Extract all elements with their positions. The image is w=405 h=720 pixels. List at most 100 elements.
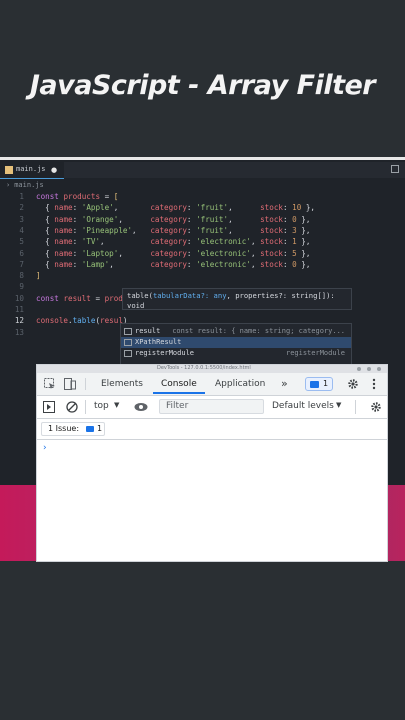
issues-label: 1 Issue: <box>48 424 80 433</box>
context-dropdown-icon[interactable]: ▼ <box>114 401 119 409</box>
code-token: 'electronic' <box>196 259 251 269</box>
minimize-icon[interactable] <box>357 367 361 371</box>
code-token: : <box>72 237 82 247</box>
code-token: 'Apple' <box>81 203 114 213</box>
code-token: category <box>150 203 187 213</box>
code-line[interactable]: ] <box>36 271 41 280</box>
breadcrumb-chevron-icon: › <box>6 181 11 189</box>
line-number: 2 <box>19 203 24 213</box>
suggestion-label: result <box>135 327 161 335</box>
code-token: stock <box>260 237 283 247</box>
more-options-icon[interactable] <box>371 378 377 390</box>
code-token: name <box>54 237 73 247</box>
code-line[interactable]: { name: 'Lamp', category: 'electronic', … <box>36 260 310 269</box>
code-token: }, <box>296 237 311 247</box>
code-token: : <box>282 259 293 269</box>
code-token: stock <box>260 225 283 235</box>
clear-console-icon[interactable] <box>66 401 78 413</box>
code-line[interactable]: { name: 'Laptop', category: 'electronic'… <box>36 249 310 258</box>
code-line[interactable]: console.table(resul) <box>36 316 127 325</box>
code-token: : <box>186 214 197 224</box>
code-token: stock <box>260 214 283 224</box>
code-token: : <box>72 203 82 213</box>
code-token: category <box>150 225 187 235</box>
tooltip-active-param: tabularData?: any <box>152 291 227 300</box>
code-token: const <box>36 293 64 303</box>
filter-input[interactable]: Filter <box>159 399 264 414</box>
context-selector[interactable]: top <box>94 401 109 411</box>
code-token: : <box>72 214 82 224</box>
line-number: 13 <box>14 327 24 337</box>
code-token: = <box>100 192 114 201</box>
code-token: : <box>282 225 293 235</box>
symbol-icon <box>124 338 132 346</box>
console-prompt[interactable]: › <box>43 443 47 453</box>
code-token: category <box>150 237 187 247</box>
toolbar-separator <box>355 400 356 414</box>
code-token: const <box>36 192 64 201</box>
code-token: : <box>72 248 82 258</box>
tab-application[interactable]: Application <box>215 379 265 389</box>
code-token: , <box>228 214 261 224</box>
line-number: 10 <box>14 293 24 303</box>
device-toolbar-icon[interactable] <box>64 378 76 390</box>
console-settings-icon[interactable] <box>370 401 382 413</box>
code-line[interactable]: const products = [ <box>36 192 118 201</box>
settings-gear-icon[interactable] <box>347 378 359 390</box>
close-icon[interactable] <box>377 367 381 371</box>
code-token: 'electronic' <box>196 248 251 258</box>
toolbar-separator <box>85 378 86 390</box>
breadcrumb[interactable]: › main.js <box>6 181 44 189</box>
maximize-icon[interactable] <box>367 367 371 371</box>
code-line[interactable]: { name: 'Orange', category: 'fruit', sto… <box>36 215 310 224</box>
code-line[interactable]: { name: 'Pineapple', category: 'fruit', … <box>36 226 310 235</box>
more-tabs-icon[interactable]: » <box>281 377 288 390</box>
issues-button[interactable]: 1 Issue: 1 <box>41 422 105 436</box>
suggestion-detail: const result: { name: string; category..… <box>172 327 345 335</box>
issues-badge-count: 1 <box>323 379 329 388</box>
suggestion-item[interactable]: result const result: { name: string; cate… <box>121 326 351 337</box>
code-token: : <box>282 237 293 247</box>
code-token: 'fruit' <box>196 214 229 224</box>
code-token: category <box>150 248 187 258</box>
code-token: = <box>90 293 105 303</box>
symbol-icon <box>124 327 132 335</box>
suggestion-label: registerModule <box>135 349 195 357</box>
tab-console[interactable]: Console <box>161 379 197 389</box>
code-token: name <box>54 225 73 235</box>
devtools-titlebar: DevTools - 127.0.0.1:5500/index.html <box>37 365 387 373</box>
code-token: 'Pineapple' <box>81 225 133 235</box>
suggestion-item[interactable]: registerModule registerModule <box>121 348 351 359</box>
code-token: 'fruit' <box>196 225 229 235</box>
code-token: : <box>186 225 197 235</box>
code-token: name <box>54 259 73 269</box>
devtools-panel[interactable]: DevTools - 127.0.0.1:5500/index.html Ele… <box>36 364 388 562</box>
devtools-tab-bar: Elements Console Application » 1 <box>37 373 387 396</box>
code-line[interactable]: { name: 'Apple', category: 'fruit', stoc… <box>36 203 315 212</box>
code-token: [ <box>113 192 119 201</box>
symbol-icon <box>124 349 132 357</box>
message-icon <box>310 381 319 388</box>
line-number: 6 <box>19 248 24 258</box>
split-editor-icon[interactable] <box>391 165 399 173</box>
inspect-element-icon[interactable] <box>44 378 56 390</box>
code-token: { <box>36 237 55 247</box>
code-token: ] <box>36 271 41 281</box>
tab-elements[interactable]: Elements <box>101 379 143 389</box>
eye-icon[interactable] <box>134 402 148 412</box>
breadcrumb-file: main.js <box>14 181 44 189</box>
editor-tab-main-js[interactable]: main.js ● <box>0 162 64 179</box>
log-levels-dropdown[interactable]: Default levels <box>272 401 334 411</box>
sidebar-toggle-icon[interactable] <box>43 401 55 413</box>
suggestion-item[interactable]: XPathResult <box>121 337 351 348</box>
code-token: , <box>250 237 261 247</box>
suggestion-detail: registerModule <box>285 349 345 357</box>
code-line[interactable]: { name: 'TV', category: 'electronic', st… <box>36 237 310 246</box>
issues-badge[interactable]: 1 <box>305 377 333 391</box>
code-line[interactable]: const result = prod <box>36 294 123 303</box>
levels-dropdown-icon[interactable]: ▼ <box>336 401 341 409</box>
autocomplete-list[interactable]: result const result: { name: string; cate… <box>120 323 352 365</box>
tooltip-return: void <box>127 301 145 310</box>
code-token: }, <box>296 259 311 269</box>
code-token: , <box>118 214 151 224</box>
